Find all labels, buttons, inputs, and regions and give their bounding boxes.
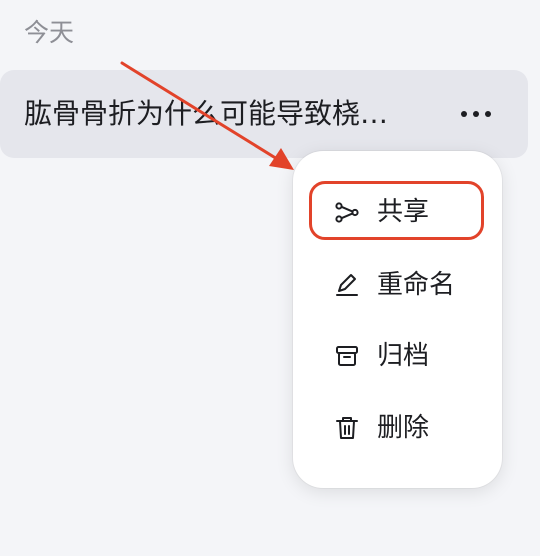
archive-icon [333, 342, 361, 370]
context-menu: 共享 重命名 归档 删除 [293, 151, 502, 488]
menu-item-rename-label: 重命名 [377, 270, 456, 300]
menu-item-delete[interactable]: 删除 [311, 400, 487, 456]
menu-item-share[interactable]: 共享 [311, 184, 487, 240]
menu-item-delete-label: 删除 [377, 413, 430, 443]
menu-item-share-label: 共享 [377, 197, 430, 227]
edit-icon [333, 271, 361, 299]
menu-item-rename[interactable]: 重命名 [311, 257, 487, 313]
chat-title[interactable]: 肱骨骨折为什么可能导致桡… [24, 96, 436, 132]
menu-item-archive-label: 归档 [377, 341, 430, 371]
more-horizontal-icon [461, 111, 491, 117]
share-icon [333, 198, 361, 226]
section-label-today: 今天 [24, 18, 75, 47]
menu-item-archive[interactable]: 归档 [311, 328, 487, 384]
trash-icon [333, 414, 361, 442]
chat-list-item[interactable]: 肱骨骨折为什么可能导致桡… [0, 70, 528, 158]
more-options-button[interactable] [452, 94, 500, 134]
